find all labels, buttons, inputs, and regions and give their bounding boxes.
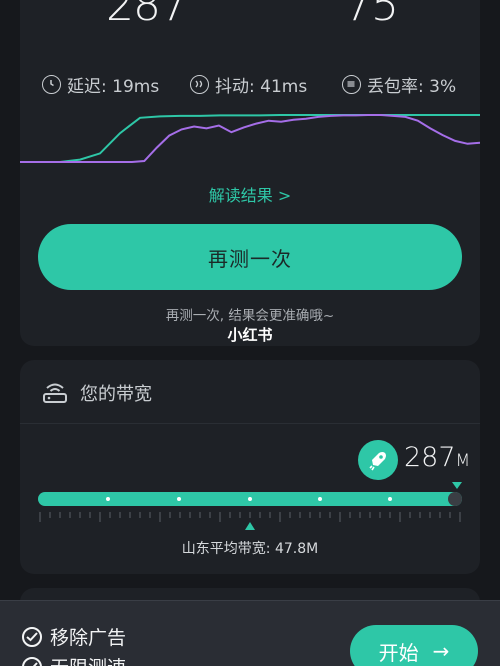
download-speed-value: 287 [106, 0, 188, 31]
bar-dot [318, 497, 322, 501]
latency-metric: 延迟: 19ms [42, 72, 159, 97]
jitter-label: 抖动: 41ms [215, 77, 308, 97]
bandwidth-speed: 287M [404, 442, 470, 473]
promo-bar: 移除广告 无限测速 开始 → [0, 600, 500, 666]
download-series-line [20, 114, 480, 163]
jitter-metric: 抖动: 41ms [190, 72, 307, 97]
upload-series-line [20, 114, 480, 163]
stopwatch-icon [42, 75, 61, 94]
bar-dot [106, 497, 110, 501]
retest-hint: 再测一次, 结果会更准确哦~ [165, 308, 335, 324]
promo-item-label: 移除广告 [50, 627, 127, 649]
router-icon [42, 380, 68, 408]
arrow-right-icon: → [432, 639, 450, 663]
bandwidth-title: 您的带宽 [80, 384, 152, 405]
rocket-icon [358, 440, 398, 480]
watermark-logo: 小红书 [227, 326, 273, 344]
jitter-icon [190, 75, 209, 94]
average-bandwidth-label: 山东平均带宽: 47.8M [181, 541, 319, 557]
packet-loss-icon [342, 75, 361, 94]
interpret-results-link[interactable]: 解读结果 > [20, 182, 480, 206]
bandwidth-speed-unit: M [455, 451, 471, 471]
speed-chart [20, 114, 480, 163]
bar-dot [248, 497, 252, 501]
packet-loss-metric: 丢包率: 3% [342, 72, 456, 97]
bar-end-knob [448, 492, 462, 506]
start-button[interactable]: 开始 → [350, 625, 478, 666]
speed-marker [452, 482, 462, 489]
check-circle-icon [22, 656, 42, 666]
packet-loss-label: 丢包率: 3% [367, 77, 457, 97]
promo-item-unlimited-tests: 无限测速 [22, 653, 126, 666]
average-marker [245, 522, 255, 530]
bandwidth-speed-value: 287 [404, 442, 456, 473]
result-card: 287 75 延迟: 19ms 抖动: 41ms 丢包率: 3% 解读结果 > … [20, 0, 480, 346]
bar-dot [177, 497, 181, 501]
promo-item-label: 无限测速 [50, 653, 126, 666]
retest-button[interactable]: 再测一次 [38, 224, 462, 290]
bandwidth-header: 您的带宽 [20, 360, 480, 424]
latency-label: 延迟: 19ms [67, 77, 160, 97]
check-circle-icon [22, 626, 42, 647]
bandwidth-bar [38, 492, 462, 506]
bar-dot [388, 497, 392, 501]
bandwidth-card: 您的带宽 287M 山东平均带宽: 47.8M [20, 360, 480, 574]
start-button-label: 开始 [378, 640, 419, 665]
promo-item-remove-ads: 移除广告 [22, 623, 126, 650]
upload-speed-value: 75 [344, 0, 399, 31]
